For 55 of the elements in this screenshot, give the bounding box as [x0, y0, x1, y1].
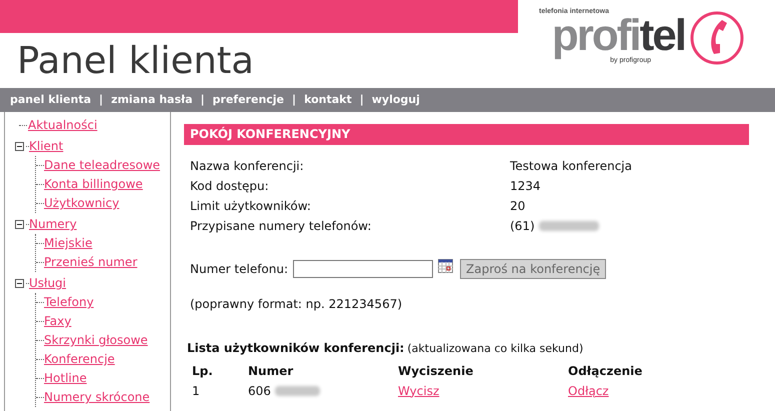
mute-link[interactable]: Wycisz	[398, 384, 440, 398]
tree-link[interactable]: Przenieś numer	[44, 253, 138, 272]
detail-value: (61)	[510, 218, 535, 235]
tree-link[interactable]: Użytkownicy	[44, 194, 120, 213]
tree-link[interactable]: Klient	[29, 137, 64, 156]
column-header: Odłączenie	[568, 362, 644, 380]
tree-link[interactable]: Numery	[29, 215, 77, 234]
nav-separator: |	[292, 92, 296, 108]
detail-label: Limit użytkowników:	[190, 198, 312, 215]
section-header: POKÓJ KONFERENCYJNY	[184, 124, 749, 145]
tree-link[interactable]: Faxy	[44, 312, 72, 331]
tree-link[interactable]: Dane teleadresowe	[44, 156, 160, 175]
nav-link[interactable]: zmiana hasła	[111, 92, 193, 108]
nav-link[interactable]: kontakt	[304, 92, 352, 108]
table-cell-text: 1	[192, 382, 201, 400]
tree-link[interactable]: Konferencje	[44, 350, 115, 369]
column-header: Wyciszenie	[398, 362, 474, 380]
phone-input[interactable]	[293, 260, 434, 278]
table-cell-text: 606	[248, 382, 271, 400]
detail-value: Testowa konferencja	[510, 158, 632, 175]
detail-value: 20	[510, 198, 526, 215]
phone-logo-icon	[689, 10, 745, 66]
invite-button[interactable]: Zaproś na konferencję	[460, 259, 606, 279]
calendar-icon[interactable]	[438, 259, 454, 273]
nav-separator: |	[360, 92, 364, 108]
disconnect-link[interactable]: Odłącz	[568, 384, 609, 398]
nav-link[interactable]: preferencje	[212, 92, 284, 108]
tree-link[interactable]: Miejskie	[44, 234, 92, 253]
tree-link[interactable]: Konta billingowe	[44, 175, 143, 194]
field-label: Numer telefonu:	[190, 261, 288, 278]
tree-link[interactable]: Numery skrócone	[44, 388, 150, 407]
tree-link[interactable]: Telefony	[44, 293, 94, 312]
tree-link[interactable]: Aktualności	[28, 116, 98, 135]
collapse-icon[interactable]	[15, 279, 24, 288]
detail-label: Przypisane numery telefonów:	[190, 218, 372, 235]
nav-link[interactable]: panel klienta	[10, 92, 92, 108]
nav-separator: |	[200, 92, 205, 108]
collapse-icon[interactable]	[15, 220, 24, 229]
tree-link[interactable]: Skrzynki głosowe	[44, 331, 148, 350]
list-note: (aktualizowana co kilka sekund)	[407, 342, 584, 355]
detail-label: Nazwa konferencji:	[190, 158, 305, 175]
list-title: Lista użytkowników konferencji:	[187, 341, 404, 355]
collapse-icon[interactable]	[15, 142, 24, 151]
detail-value: 1234	[510, 178, 541, 195]
tree-link[interactable]: Usługi	[29, 274, 66, 293]
redacted-blur	[538, 221, 599, 231]
detail-label: Kod dostępu:	[190, 178, 270, 195]
format-hint: (poprawny format: np. 221234567)	[190, 296, 404, 313]
tree-link[interactable]: Hotline	[44, 369, 87, 388]
nav-link[interactable]: wyloguj	[372, 92, 420, 108]
redacted-blur	[274, 386, 320, 396]
column-header: Lp.	[192, 362, 214, 380]
page-title: Panel klienta	[17, 39, 255, 83]
nav-separator: |	[99, 92, 104, 108]
column-header: Numer	[248, 362, 294, 380]
